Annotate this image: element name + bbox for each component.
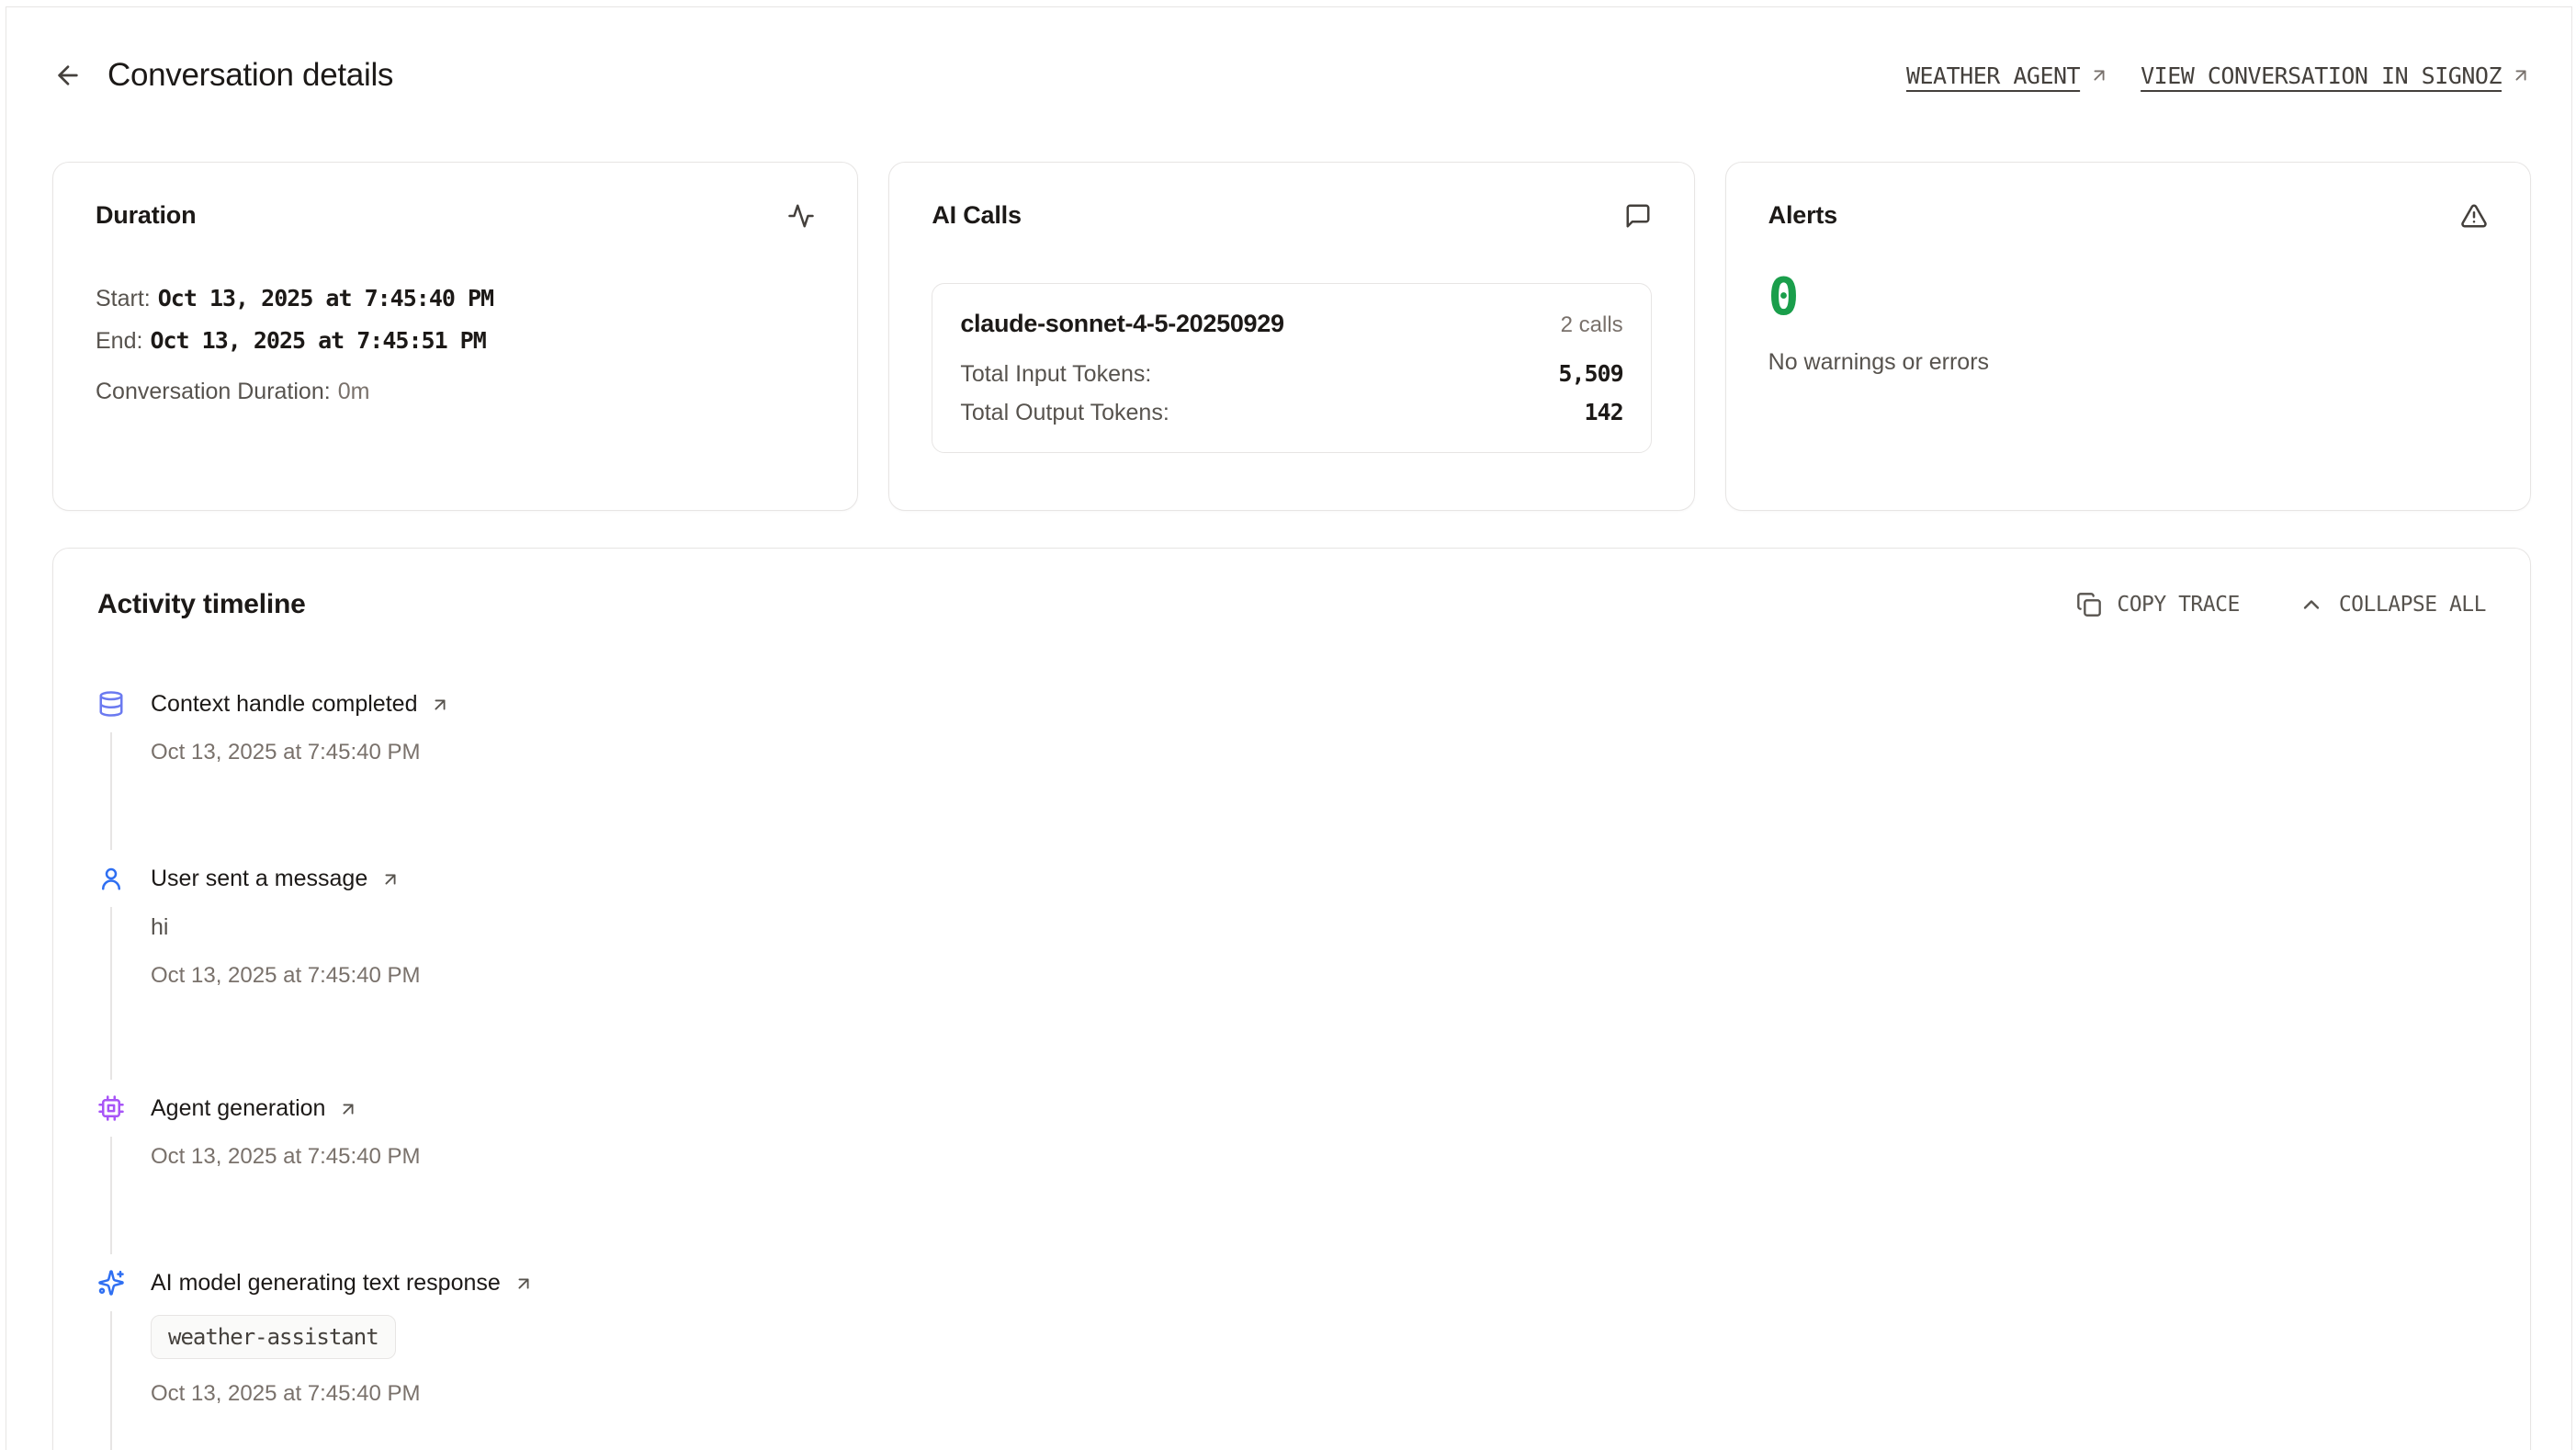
alerts-card: Alerts 0 No warnings or errors xyxy=(1725,162,2531,511)
end-label: End: xyxy=(96,328,142,354)
input-tokens-row: Total Input Tokens: 5,509 xyxy=(960,360,1622,388)
timeline-item-title: AI model generating text response xyxy=(151,1270,501,1297)
conversation-duration-value: 0m xyxy=(338,379,370,404)
sparkles-icon xyxy=(97,1269,125,1297)
timeline-item-title: Context handle completed xyxy=(151,691,417,718)
input-tokens-label: Total Input Tokens: xyxy=(960,361,1151,388)
timeline-item-title: User sent a message xyxy=(151,866,367,892)
timeline-item-timestamp: Oct 13, 2025 at 7:45:40 PM xyxy=(151,740,450,765)
arrow-up-right-icon xyxy=(338,1099,358,1119)
weather-agent-link[interactable]: WEATHER AGENT xyxy=(1906,62,2109,89)
collapse-all-label: COLLAPSE ALL xyxy=(2339,593,2486,617)
user-icon xyxy=(97,865,125,892)
duration-card: Duration Start: Oct 13, 2025 at 7:45:40 P… xyxy=(52,162,858,511)
conversation-duration-label: Conversation Duration: xyxy=(96,379,331,404)
model-call-count: 2 calls xyxy=(1561,312,1623,338)
ai-calls-card-title: AI Calls xyxy=(932,201,1021,230)
timeline-list: Context handle completed Oct 13, 2025 at… xyxy=(97,690,2486,1407)
start-value: Oct 13, 2025 at 7:45:40 PM xyxy=(158,285,493,312)
collapse-all-button[interactable]: COLLAPSE ALL xyxy=(2299,592,2486,617)
header-links: WEATHER AGENT VIEW CONVERSATION IN SIGNO… xyxy=(1906,62,2531,89)
cpu-icon xyxy=(97,1094,125,1122)
timeline-item-timestamp: Oct 13, 2025 at 7:45:40 PM xyxy=(151,963,421,989)
page-title: Conversation details xyxy=(107,57,393,94)
timeline-item-user-message: User sent a message hi Oct 13, 2025 at 7… xyxy=(97,865,2486,1094)
arrow-up-right-icon xyxy=(380,869,401,889)
activity-timeline-card: Activity timeline COPY TRACE COLLAPSE AL… xyxy=(52,548,2531,1450)
main-panel: Conversation details WEATHER AGENT VIEW … xyxy=(6,6,2572,1450)
input-tokens-value: 5,509 xyxy=(1558,360,1622,387)
model-name: claude-sonnet-4-5-20250929 xyxy=(960,310,1283,338)
ai-calls-card: AI Calls claude-sonnet-4-5-20250929 2 ca… xyxy=(888,162,1694,511)
end-time-row: End: Oct 13, 2025 at 7:45:51 PM xyxy=(96,327,815,355)
message-square-icon xyxy=(1624,202,1652,230)
conversation-duration-row: Conversation Duration: 0m xyxy=(96,379,815,405)
timeline-item-title-row[interactable]: Context handle completed xyxy=(151,691,450,718)
copy-trace-label: COPY TRACE xyxy=(2117,593,2239,617)
timeline-item-timestamp: Oct 13, 2025 at 7:45:40 PM xyxy=(151,1144,421,1170)
external-link-arrow-icon xyxy=(2089,65,2109,85)
timeline-item-ai-text-response: AI model generating text response weathe… xyxy=(97,1269,2486,1407)
summary-cards-row: Duration Start: Oct 13, 2025 at 7:45:40 P… xyxy=(52,162,2531,511)
arrow-up-right-icon xyxy=(514,1274,534,1294)
chevron-up-icon xyxy=(2299,592,2324,617)
alert-message: No warnings or errors xyxy=(1768,349,2488,376)
output-tokens-label: Total Output Tokens: xyxy=(960,400,1169,426)
start-label: Start: xyxy=(96,286,151,312)
weather-agent-link-label: WEATHER AGENT xyxy=(1906,62,2080,89)
start-time-row: Start: Oct 13, 2025 at 7:45:40 PM xyxy=(96,285,815,312)
triangle-alert-icon xyxy=(2460,202,2488,230)
timeline-item-title-row[interactable]: Agent generation xyxy=(151,1095,421,1122)
timeline-item-title-row[interactable]: User sent a message xyxy=(151,866,421,892)
alert-count: 0 xyxy=(1768,272,2488,323)
timeline-item-title-row[interactable]: AI model generating text response xyxy=(151,1270,534,1297)
copy-icon xyxy=(2076,592,2102,617)
timeline-item-title: Agent generation xyxy=(151,1095,325,1122)
copy-trace-button[interactable]: COPY TRACE xyxy=(2076,592,2239,617)
arrow-left-icon xyxy=(53,61,83,90)
page-header: Conversation details WEATHER AGENT VIEW … xyxy=(52,53,2531,97)
external-link-arrow-icon xyxy=(2511,65,2531,85)
output-tokens-row: Total Output Tokens: 142 xyxy=(960,399,1622,426)
timeline-item-context-handle: Context handle completed Oct 13, 2025 at… xyxy=(97,690,2486,865)
assistant-name-badge: weather-assistant xyxy=(151,1315,396,1359)
duration-card-title: Duration xyxy=(96,201,196,230)
output-tokens-value: 142 xyxy=(1585,399,1623,425)
view-conversation-in-signoz-link[interactable]: VIEW CONVERSATION IN SIGNOZ xyxy=(2141,62,2531,89)
arrow-up-right-icon xyxy=(430,695,450,715)
activity-pulse-icon xyxy=(787,202,815,230)
view-conversation-link-label: VIEW CONVERSATION IN SIGNOZ xyxy=(2141,62,2502,89)
back-button[interactable] xyxy=(52,60,84,91)
database-icon xyxy=(97,690,125,718)
end-value: Oct 13, 2025 at 7:45:51 PM xyxy=(150,327,485,354)
timeline-item-message-body: hi xyxy=(151,914,421,941)
alerts-card-title: Alerts xyxy=(1768,201,1837,230)
timeline-item-agent-generation: Agent generation Oct 13, 2025 at 7:45:40… xyxy=(97,1094,2486,1269)
activity-timeline-title: Activity timeline xyxy=(97,589,306,620)
model-usage-box: claude-sonnet-4-5-20250929 2 calls Total… xyxy=(932,283,1651,453)
timeline-item-timestamp: Oct 13, 2025 at 7:45:40 PM xyxy=(151,1381,534,1407)
